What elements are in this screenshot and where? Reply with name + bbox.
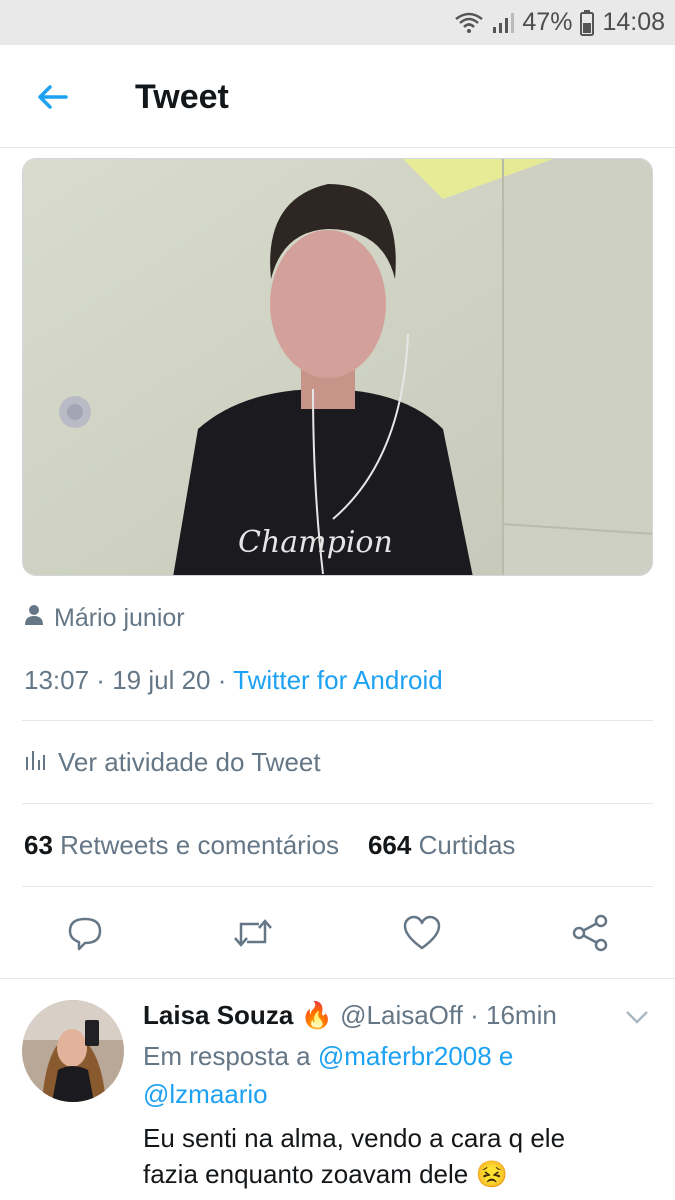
tweet-time: 13:07 bbox=[24, 665, 90, 695]
top-app-bar: Tweet bbox=[0, 45, 675, 148]
divider bbox=[22, 886, 653, 887]
retweets-stat[interactable]: 63 Retweets e comentários bbox=[24, 830, 339, 860]
wifi-icon bbox=[454, 11, 484, 35]
page-title: Tweet bbox=[135, 78, 229, 116]
divider bbox=[22, 803, 653, 804]
analytics-icon bbox=[24, 747, 46, 778]
tweet-activity-button[interactable]: Ver atividade do Tweet bbox=[24, 747, 321, 778]
like-icon bbox=[402, 914, 442, 957]
reply-button[interactable] bbox=[55, 905, 115, 965]
likes-stat[interactable]: 664 Curtidas bbox=[368, 830, 515, 860]
section-divider bbox=[0, 978, 675, 979]
tweet-date: 19 jul 20 bbox=[112, 665, 211, 695]
tweet-source-link[interactable]: Twitter for Android bbox=[233, 665, 443, 695]
status-bar: 47% 14:08 bbox=[0, 0, 675, 45]
reply-time: 16min bbox=[486, 1000, 557, 1030]
tweet-video-thumbnail[interactable]: Champion bbox=[22, 158, 653, 576]
fire-emoji: 🔥 bbox=[300, 1000, 333, 1030]
share-button[interactable] bbox=[560, 905, 620, 965]
tweet-timestamp-row: 13:07 · 19 jul 20 · Twitter for Android bbox=[24, 665, 443, 695]
divider bbox=[22, 720, 653, 721]
chevron-down-icon bbox=[622, 1011, 652, 1036]
share-icon bbox=[570, 913, 610, 958]
tweet-actions-bar bbox=[0, 905, 675, 965]
likes-label: Curtidas bbox=[418, 830, 516, 860]
emoji: 😣 bbox=[475, 1159, 508, 1189]
mention-link[interactable]: @maferbr2008 bbox=[318, 1041, 492, 1071]
tweet-options-button[interactable] bbox=[622, 1002, 652, 1032]
tweet-activity-label: Ver atividade do Tweet bbox=[58, 747, 321, 777]
in-reply-to-line-2: @lzmaario bbox=[143, 1079, 268, 1110]
shirt-logo-text: Champion bbox=[238, 525, 393, 560]
likes-count: 664 bbox=[367, 830, 412, 860]
back-button[interactable] bbox=[30, 77, 74, 121]
battery-percent: 47% bbox=[522, 8, 573, 36]
tweet-author-row[interactable]: Mário junior bbox=[24, 604, 185, 633]
mention-link[interactable]: @lzmaario bbox=[143, 1079, 268, 1109]
avatar[interactable] bbox=[22, 1000, 124, 1102]
retweets-label: Retweets e comentários bbox=[60, 830, 340, 860]
reply-text: Eu senti na alma, vendo a cara q ele faz… bbox=[143, 1123, 566, 1189]
retweet-icon bbox=[231, 914, 275, 957]
person-icon bbox=[24, 604, 44, 633]
reply-icon bbox=[66, 914, 104, 957]
in-reply-to-line: Em resposta a @maferbr2008 e bbox=[143, 1041, 514, 1071]
signal-icon bbox=[492, 12, 515, 34]
retweets-count: 63 bbox=[24, 830, 53, 860]
like-button[interactable] bbox=[392, 905, 452, 965]
tweet-stats-row: 63 Retweets e comentários 664 Curtidas bbox=[24, 830, 515, 861]
reply-header: Laisa Souza 🔥 @LaisaOff · 16min bbox=[143, 1000, 557, 1030]
battery-icon bbox=[580, 9, 595, 36]
reply-author-name[interactable]: Laisa Souza bbox=[143, 1000, 293, 1030]
clock: 14:08 bbox=[602, 8, 665, 36]
retweet-button[interactable] bbox=[223, 905, 283, 965]
tweet-author-name: Mário junior bbox=[54, 604, 185, 632]
arrow-left-icon bbox=[30, 85, 74, 125]
reply-author-handle[interactable]: @LaisaOff bbox=[340, 1000, 463, 1030]
